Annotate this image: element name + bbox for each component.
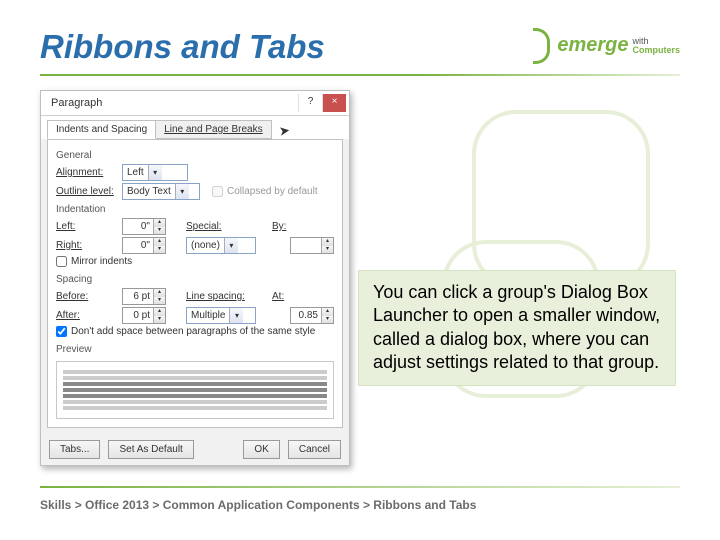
spacing-at-label: At: [272, 291, 334, 302]
chevron-down-icon[interactable]: ▾ [224, 238, 238, 253]
before-label: Before: [56, 291, 116, 302]
alignment-combo[interactable]: Left▾ [122, 164, 188, 181]
chevron-down-icon[interactable]: ▾ [175, 184, 189, 199]
logo-subtext: with Computers [632, 37, 680, 55]
close-button[interactable]: × [322, 94, 346, 112]
tab-indents-spacing[interactable]: Indents and Spacing [47, 120, 156, 139]
group-general-label: General [56, 150, 334, 161]
collapsed-checkbox[interactable]: Collapsed by default [212, 186, 318, 197]
group-spacing-label: Spacing [56, 274, 334, 285]
chevron-down-icon[interactable]: ▾ [148, 165, 162, 180]
spacing-at-spinner[interactable]: 0.85▴▾ [290, 307, 334, 324]
ok-button[interactable]: OK [243, 440, 279, 459]
logo-text: emerge [557, 34, 628, 57]
paragraph-dialog: Paragraph ? × ➤ Indents and Spacing Line… [40, 90, 350, 466]
before-spinner[interactable]: 6 pt▴▾ [122, 288, 166, 305]
info-callout: You can click a group's Dialog Box Launc… [358, 270, 676, 386]
footer-divider [40, 486, 680, 488]
help-button[interactable]: ? [298, 94, 322, 112]
preview-box [56, 361, 334, 419]
indent-left-label: Left: [56, 221, 116, 232]
breadcrumb: Skills > Office 2013 > Common Applicatio… [40, 498, 680, 512]
tabs-button[interactable]: Tabs... [49, 440, 100, 459]
dont-add-checkbox[interactable]: Don't add space between paragraphs of th… [56, 326, 315, 337]
special-combo[interactable]: (none)▾ [186, 237, 256, 254]
dialog-titlebar: Paragraph ? × [41, 91, 349, 116]
default-button[interactable]: Set As Default [108, 440, 193, 459]
outline-label: Outline level: [56, 186, 116, 197]
preview-label: Preview [56, 344, 334, 355]
dialog-title: Paragraph [51, 97, 102, 109]
after-label: After: [56, 310, 116, 321]
page-title: Ribbons and Tabs [40, 28, 325, 66]
header-divider [40, 74, 680, 76]
indent-right-spinner[interactable]: 0"▴▾ [122, 237, 166, 254]
tab-line-page-breaks[interactable]: Line and Page Breaks [156, 120, 271, 139]
group-indent-label: Indentation [56, 204, 334, 215]
mirror-checkbox[interactable]: Mirror indents [56, 256, 132, 267]
logo: emerge with Computers [533, 28, 680, 62]
special-label: Special: [186, 221, 248, 232]
line-spacing-label: Line spacing: [186, 291, 248, 302]
after-spinner[interactable]: 0 pt▴▾ [122, 307, 166, 324]
indent-by-label: By: [272, 221, 334, 232]
chevron-down-icon[interactable]: ▾ [229, 308, 243, 323]
logo-swoosh-icon [533, 28, 553, 62]
indent-by-spinner[interactable]: ▴▾ [290, 237, 334, 254]
dialog-tabs: Indents and Spacing Line and Page Breaks [41, 116, 349, 139]
alignment-label: Alignment: [56, 167, 116, 178]
line-spacing-combo[interactable]: Multiple▾ [186, 307, 256, 324]
indent-right-label: Right: [56, 240, 116, 251]
cancel-button[interactable]: Cancel [288, 440, 341, 459]
outline-combo[interactable]: Body Text▾ [122, 183, 200, 200]
indent-left-spinner[interactable]: 0"▴▾ [122, 218, 166, 235]
